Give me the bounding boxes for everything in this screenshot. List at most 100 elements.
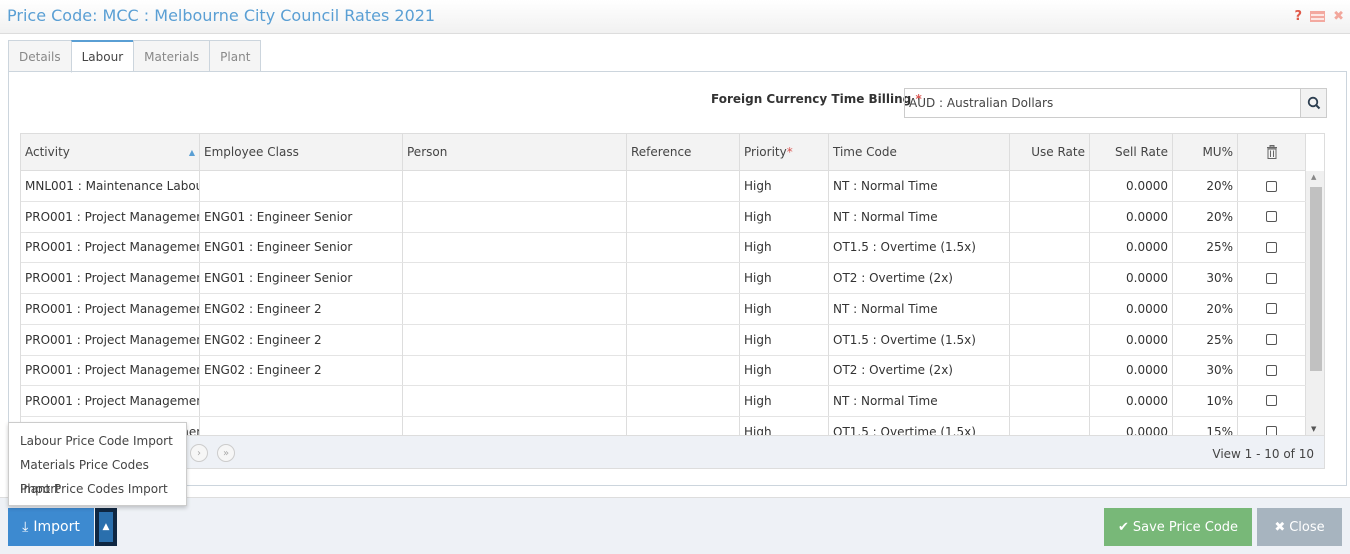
scrollbar-thumb[interactable] bbox=[1310, 187, 1322, 371]
col-sell-rate[interactable]: Sell Rate bbox=[1090, 134, 1173, 170]
tab-plant[interactable]: Plant bbox=[209, 40, 262, 72]
delete-checkbox[interactable] bbox=[1266, 334, 1277, 345]
cell-priority[interactable]: High bbox=[740, 324, 829, 355]
cell-person[interactable] bbox=[403, 293, 627, 324]
cell-mu-percent[interactable]: 20% bbox=[1173, 293, 1238, 324]
tab-labour[interactable]: Labour bbox=[70, 40, 134, 73]
cell-person[interactable] bbox=[403, 232, 627, 263]
cell-activity[interactable]: PRO001 : Project Management bbox=[21, 201, 200, 232]
sort-icon[interactable]: ▲ bbox=[189, 148, 195, 157]
cell-activity[interactable]: PRO001 : Project Management bbox=[21, 263, 200, 294]
table-row[interactable]: MNL001 : Maintenance Labour High NT : Norm… bbox=[21, 171, 1306, 202]
cell-employee-class[interactable] bbox=[200, 171, 403, 201]
cell-activity[interactable]: PRO001 : Project Management bbox=[21, 355, 200, 386]
scroll-up-arrow[interactable]: ▲ bbox=[1311, 173, 1316, 181]
delete-checkbox[interactable] bbox=[1266, 272, 1277, 284]
cell-sell-rate[interactable]: 0.0000 bbox=[1090, 324, 1173, 355]
cell-reference[interactable] bbox=[627, 171, 740, 201]
cell-reference[interactable] bbox=[627, 355, 740, 386]
cell-use-rate[interactable] bbox=[1010, 293, 1090, 324]
delete-checkbox[interactable] bbox=[1266, 395, 1277, 407]
foreign-currency-input[interactable]: AUD : Australian Dollars bbox=[904, 88, 1301, 118]
vertical-scrollbar[interactable]: ▲ ▼ bbox=[1306, 171, 1324, 435]
cell-person[interactable] bbox=[403, 385, 627, 416]
cell-reference[interactable] bbox=[627, 263, 740, 294]
cell-mu-percent[interactable]: 10% bbox=[1173, 385, 1238, 416]
cell-employee-class[interactable]: ENG01 : Engineer Senior bbox=[200, 201, 403, 232]
cell-sell-rate[interactable]: 0.0000 bbox=[1090, 232, 1173, 263]
close-icon[interactable]: ✖ bbox=[1333, 9, 1344, 24]
delete-checkbox[interactable] bbox=[1266, 364, 1277, 376]
cell-employee-class[interactable]: ENG02 : Engineer 2 bbox=[200, 324, 403, 355]
save-price-code-button[interactable]: ✔ Save Price Code bbox=[1104, 508, 1252, 546]
table-row[interactable]: PRO001 : Project Management ENG01 : Engin… bbox=[21, 263, 1306, 295]
cell-sell-rate[interactable]: 0.0000 bbox=[1090, 385, 1173, 416]
cell-employee-class[interactable]: ENG01 : Engineer Senior bbox=[200, 263, 403, 294]
cell-priority[interactable]: High bbox=[740, 201, 829, 232]
cell-reference[interactable] bbox=[627, 232, 740, 263]
menu-item-plant-import[interactable]: Plant Price Codes Import bbox=[9, 477, 186, 501]
table-row[interactable]: PRO001 : Project Management ENG01 : Engin… bbox=[21, 232, 1306, 264]
cell-use-rate[interactable] bbox=[1010, 171, 1090, 201]
table-row[interactable]: PRO001 : Project Management ENG02 : Engin… bbox=[21, 293, 1306, 325]
col-employee-class[interactable]: Employee Class bbox=[200, 134, 403, 170]
menu-item-materials-import[interactable]: Materials Price Codes Import bbox=[9, 453, 186, 496]
col-time-code[interactable]: Time Code bbox=[829, 134, 1010, 170]
col-activity[interactable]: Activity ▲ bbox=[21, 134, 200, 170]
close-button[interactable]: ✖ Close bbox=[1257, 508, 1342, 546]
col-person[interactable]: Person bbox=[403, 134, 627, 170]
cell-priority[interactable]: High bbox=[740, 355, 829, 386]
cell-sell-rate[interactable]: 0.0000 bbox=[1090, 263, 1173, 294]
cell-mu-percent[interactable]: 20% bbox=[1173, 171, 1238, 201]
cell-mu-percent[interactable]: 25% bbox=[1173, 324, 1238, 355]
scroll-down-arrow[interactable]: ▼ bbox=[1311, 425, 1316, 433]
cell-mu-percent[interactable]: 30% bbox=[1173, 355, 1238, 386]
cell-employee-class[interactable]: ENG01 : Engineer Senior bbox=[200, 232, 403, 263]
delete-checkbox[interactable] bbox=[1266, 180, 1277, 192]
search-button[interactable] bbox=[1300, 88, 1327, 118]
col-priority[interactable]: Priority * bbox=[740, 134, 829, 170]
col-use-rate[interactable]: Use Rate bbox=[1010, 134, 1090, 170]
cell-reference[interactable] bbox=[627, 201, 740, 232]
cell-sell-rate[interactable]: 0.0000 bbox=[1090, 201, 1173, 232]
cell-time-code[interactable]: NT : Normal Time bbox=[829, 201, 1010, 232]
cell-mu-percent[interactable]: 30% bbox=[1173, 263, 1238, 294]
delete-checkbox[interactable] bbox=[1266, 303, 1277, 315]
cell-use-rate[interactable] bbox=[1010, 263, 1090, 294]
cell-sell-rate[interactable]: 0.0000 bbox=[1090, 293, 1173, 324]
col-mu-percent[interactable]: MU% bbox=[1173, 134, 1238, 170]
table-row[interactable]: PRO001 : Project Management ENG02 : Engin… bbox=[21, 355, 1306, 387]
cell-mu-percent[interactable]: 20% bbox=[1173, 201, 1238, 232]
table-row[interactable]: PRO001 : Project Management ENG02 : Engin… bbox=[21, 324, 1306, 356]
delete-checkbox[interactable] bbox=[1266, 241, 1277, 253]
help-icon[interactable]: ? bbox=[1295, 9, 1303, 24]
cell-employee-class[interactable]: ENG02 : Engineer 2 bbox=[200, 293, 403, 324]
last-page-button[interactable]: » bbox=[217, 444, 235, 462]
cell-time-code[interactable]: OT1.5 : Overtime (1.5x) bbox=[829, 324, 1010, 355]
tab-details[interactable]: Details bbox=[8, 40, 71, 72]
table-row[interactable]: PRO001 : Project Management High NT : Norm… bbox=[21, 385, 1306, 417]
trash-icon[interactable] bbox=[1266, 145, 1278, 159]
col-reference[interactable]: Reference bbox=[627, 134, 740, 170]
cell-priority[interactable]: High bbox=[740, 232, 829, 263]
cell-person[interactable] bbox=[403, 201, 627, 232]
cell-use-rate[interactable] bbox=[1010, 385, 1090, 416]
cell-time-code[interactable]: OT2 : Overtime (2x) bbox=[829, 263, 1010, 294]
cell-person[interactable] bbox=[403, 355, 627, 386]
cell-person[interactable] bbox=[403, 324, 627, 355]
cell-use-rate[interactable] bbox=[1010, 355, 1090, 386]
cell-activity[interactable]: PRO001 : Project Management bbox=[21, 324, 200, 355]
cell-use-rate[interactable] bbox=[1010, 201, 1090, 232]
cell-time-code[interactable]: NT : Normal Time bbox=[829, 171, 1010, 201]
cell-sell-rate[interactable]: 0.0000 bbox=[1090, 355, 1173, 386]
cell-person[interactable] bbox=[403, 171, 627, 201]
cell-activity[interactable]: MNL001 : Maintenance Labour bbox=[21, 171, 200, 201]
menu-item-labour-import[interactable]: Labour Price Code Import bbox=[9, 429, 186, 453]
cell-reference[interactable] bbox=[627, 324, 740, 355]
import-button[interactable]: ⤓ Import bbox=[8, 508, 94, 546]
menu-icon[interactable] bbox=[1310, 11, 1326, 22]
cell-sell-rate[interactable]: 0.0000 bbox=[1090, 171, 1173, 201]
cell-employee-class[interactable]: ENG02 : Engineer 2 bbox=[200, 355, 403, 386]
cell-use-rate[interactable] bbox=[1010, 324, 1090, 355]
table-row[interactable]: PRO001 : Project Management ENG01 : Engin… bbox=[21, 201, 1306, 233]
